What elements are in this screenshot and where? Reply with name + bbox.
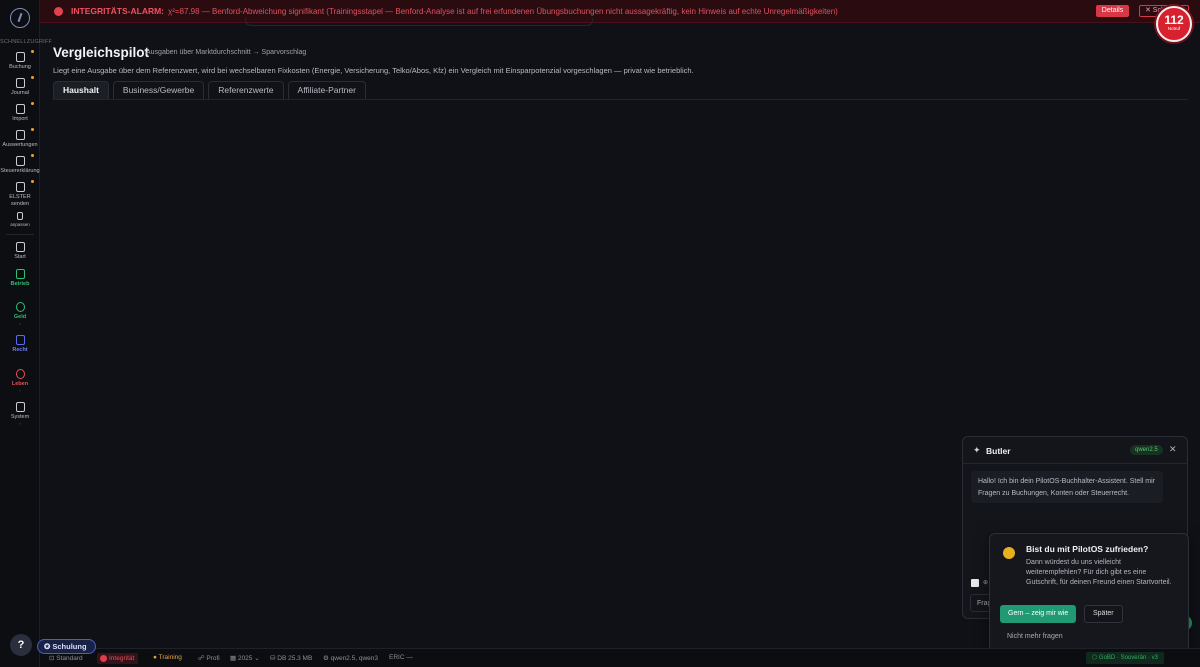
integrity-alarm-bar: INTEGRITÄTS-ALARM: χ²=87.98 — Benford-Ab… xyxy=(40,0,1200,23)
tax-file-icon xyxy=(15,156,25,166)
piggy-bank-icon xyxy=(15,302,25,312)
pencil-icon xyxy=(17,212,23,220)
sidebar-item-label: Journal xyxy=(10,90,30,96)
status-compliance-badge: ⬡ GoBD · Souverän · v3 xyxy=(1086,652,1164,664)
sidebar-item-label: Steuererklärung xyxy=(0,168,40,174)
sidebar-item-elster[interactable]: ELSTER senden xyxy=(0,180,40,207)
tab-referenzwerte[interactable]: Referenzwerte xyxy=(208,81,284,99)
upload-icon xyxy=(15,104,25,114)
sidebar-item-anpassen[interactable]: anpassen xyxy=(0,212,40,229)
tab-business[interactable]: Business/Gewerbe xyxy=(112,81,205,99)
tab-divider xyxy=(53,99,1188,100)
sidebar-section-betrieb[interactable]: Betrieb xyxy=(0,269,40,288)
briefcase-icon xyxy=(15,269,25,279)
send-icon xyxy=(15,182,25,192)
sidebar-section-recht[interactable]: Recht xyxy=(0,335,40,354)
badge-dot xyxy=(31,102,34,105)
sidebar-item-label: Auswertungen xyxy=(2,142,38,148)
sidebar-item-auswertungen[interactable]: Auswertungen xyxy=(0,128,40,149)
badge-dot xyxy=(31,76,34,79)
sidebar-item-journal[interactable]: Journal xyxy=(0,76,40,97)
status-profile-label: Profi xyxy=(206,655,220,662)
feedback-later-button[interactable]: Später xyxy=(1084,605,1123,623)
page-subtitle: Ausgaben über Marktdurchschnitt → Sparvo… xyxy=(146,49,307,56)
chart-icon xyxy=(15,130,25,140)
quick-access-label: SCHNELLZUGRIFF xyxy=(0,39,52,45)
butler-title: Butler xyxy=(986,446,1011,456)
sidebar-item-label: ELSTER senden xyxy=(9,194,31,207)
help-button[interactable]: ? xyxy=(10,634,32,656)
hidden-search-bar[interactable] xyxy=(245,18,593,26)
feedback-title: Bist du mit PilotOS zufrieden? xyxy=(1026,544,1149,554)
tab-bar: Haushalt Business/Gewerbe Referenzwerte … xyxy=(53,81,370,99)
status-models[interactable]: ⚙ qwen2.5, qwen3 xyxy=(323,654,378,662)
close-icon[interactable]: ✕ xyxy=(1169,444,1177,455)
alarm-title: INTEGRITÄTS-ALARM: xyxy=(71,6,165,16)
sidebar-section-leben[interactable]: Leben › xyxy=(0,369,40,393)
sidebar-item-label: Buchung xyxy=(9,64,31,70)
status-profile[interactable]: ☍ Profi xyxy=(198,654,220,662)
status-db-label: DB 25.3 MB xyxy=(277,655,313,662)
sidebar-section-start[interactable]: Start xyxy=(0,242,40,261)
sidebar-section-label: Start xyxy=(14,254,26,260)
sidebar-section-geld[interactable]: Geld › xyxy=(0,302,40,326)
status-db-size: ⛁ DB 25.3 MB xyxy=(270,655,313,662)
expand-indicator: › xyxy=(19,320,21,326)
status-integrity-badge[interactable]: Integrität xyxy=(97,653,139,664)
status-year-label: 2025 xyxy=(237,655,253,662)
feedback-text: Dann würdest du uns vielleicht weiteremp… xyxy=(1026,559,1172,586)
grid-icon xyxy=(15,402,25,412)
schulung-button[interactable]: ✪ Schulung xyxy=(37,639,96,654)
butler-option-label: ⊕ xyxy=(983,580,989,586)
page-description: Liegt eine Ausgabe über dem Referenzwert… xyxy=(53,66,694,75)
emergency-caption: Notruf xyxy=(1167,26,1181,31)
feedback-popup: Bist du mit PilotOS zufrieden? Dann würd… xyxy=(989,533,1189,656)
badge-dot xyxy=(31,180,34,183)
heart-icon xyxy=(1003,547,1015,559)
expand-indicator: › xyxy=(19,420,21,426)
sparkle-icon: ✦ xyxy=(973,445,981,455)
page-title: Vergleichspilot xyxy=(53,45,150,60)
journal-icon xyxy=(15,78,25,88)
alarm-text: χ²=87.98 — Benford-Abweichung signifikan… xyxy=(168,6,838,16)
badge-dot xyxy=(31,50,34,53)
status-mode[interactable]: ⊡ Standard xyxy=(49,654,83,662)
sidebar-item-steuererklaerung[interactable]: Steuererklärung xyxy=(0,154,40,175)
sidebar-item-import[interactable]: Import xyxy=(0,102,40,123)
sidebar-item-label: anpassen xyxy=(10,222,30,227)
tab-affiliate[interactable]: Affiliate-Partner xyxy=(287,81,366,99)
badge-dot xyxy=(31,128,34,131)
sidebar-section-system[interactable]: System › xyxy=(0,402,40,426)
butler-header: ✦ Butler qwen2.5 ✕ xyxy=(963,437,1187,464)
status-year[interactable]: ▦ 2025 ⌄ xyxy=(230,654,260,662)
sidebar: SCHNELLZUGRIFF Buchung Journal Import Au… xyxy=(0,0,52,667)
alarm-indicator-icon xyxy=(54,6,63,16)
sidebar-item-label: Import xyxy=(12,116,28,122)
status-training-label: Training xyxy=(158,654,182,661)
alarm-details-button[interactable]: Details xyxy=(1096,5,1129,17)
butler-option-checkbox[interactable] xyxy=(971,579,979,587)
heart-pulse-icon xyxy=(15,369,25,379)
app-logo-icon[interactable] xyxy=(10,8,30,28)
feedback-yes-button[interactable]: Gern – zeig mir wie xyxy=(1000,605,1077,623)
divider xyxy=(6,234,34,235)
expand-indicator: › xyxy=(19,387,21,393)
sidebar-section-label: Recht xyxy=(12,347,28,353)
status-training[interactable]: ● Training xyxy=(153,654,182,661)
model-badge[interactable]: qwen2.5 xyxy=(1130,445,1163,455)
feedback-never-link[interactable]: Nicht mehr fragen xyxy=(1007,633,1063,640)
sidebar-item-buchung[interactable]: Buchung xyxy=(0,50,40,71)
butler-greeting-message: Hallo! Ich bin dein PilotOS-Buchhalter-A… xyxy=(971,471,1163,503)
document-icon xyxy=(15,52,25,62)
status-eric: ERIC — xyxy=(389,654,413,661)
sidebar-section-label: Betrieb xyxy=(10,281,30,287)
status-models-label: qwen2.5, qwen3 xyxy=(330,655,378,662)
tab-haushalt[interactable]: Haushalt xyxy=(53,81,109,99)
scales-icon xyxy=(15,335,25,345)
emergency-number: 112 xyxy=(1164,13,1184,27)
emergency-call-button[interactable]: 112 Notruf xyxy=(1156,6,1192,42)
home-icon xyxy=(15,242,25,252)
status-bar: ⊡ Standard Integrität ● Training ☍ Profi… xyxy=(40,648,1200,667)
badge-dot xyxy=(31,154,34,157)
